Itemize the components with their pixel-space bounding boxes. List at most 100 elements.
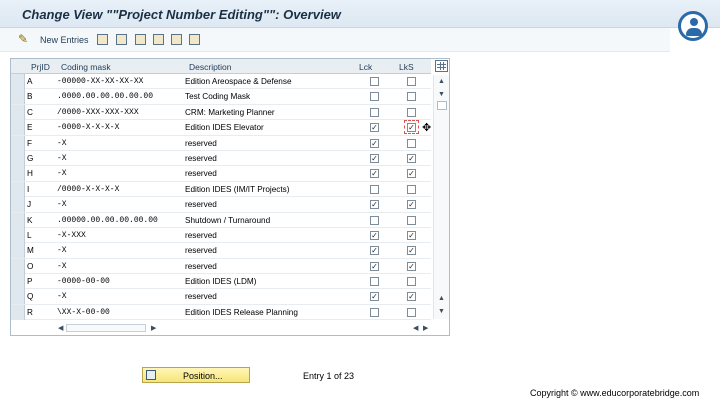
lks-checkbox[interactable] (407, 92, 416, 102)
scroll-right-icon[interactable]: ▶ (151, 324, 156, 332)
lks-checkbox[interactable]: ✓ (407, 200, 416, 210)
lck-checkbox[interactable] (370, 307, 379, 317)
row-selector[interactable] (11, 74, 25, 89)
description-cell[interactable]: Edition IDES (LDM) (185, 277, 353, 286)
coding-mask-cell[interactable]: -X (57, 154, 181, 163)
lks-checkbox[interactable] (407, 138, 416, 148)
table-settings-icon[interactable] (435, 60, 448, 72)
lck-checkbox[interactable] (370, 77, 379, 86)
horizontal-scroll-thumb[interactable] (66, 324, 146, 332)
column-header-lck[interactable]: Lck (359, 62, 372, 72)
lks-checkbox[interactable]: ✓ (407, 169, 416, 179)
description-cell[interactable]: Shutdown / Turnaround (185, 216, 353, 225)
coding-mask-cell[interactable]: /0000-X-X-X-X (57, 185, 181, 194)
coding-mask-cell[interactable]: -X (57, 292, 181, 301)
copy-icon[interactable] (97, 34, 108, 45)
row-selector[interactable] (11, 274, 25, 290)
coding-mask-cell[interactable]: -00000-XX-XX-XX-XX (57, 77, 181, 86)
description-cell[interactable]: reserved (185, 200, 353, 209)
vertical-scrollbar[interactable]: ▲ ▼ ▲ ▼ (433, 75, 449, 319)
lks-checkbox[interactable] (407, 184, 416, 194)
lck-checkbox[interactable] (370, 277, 379, 287)
lck-checkbox[interactable]: ✓ (370, 246, 379, 256)
description-cell[interactable]: reserved (185, 169, 353, 178)
coding-mask-cell[interactable]: .00000.00.00.00.00.00 (57, 216, 181, 225)
row-selector[interactable] (11, 150, 25, 166)
coding-mask-cell[interactable]: -X (57, 200, 181, 209)
description-cell[interactable]: reserved (185, 154, 353, 163)
lck-checkbox[interactable]: ✓ (370, 169, 379, 179)
coding-mask-cell[interactable]: -0000-X-X-X-X (57, 123, 181, 132)
lck-checkbox[interactable] (370, 215, 379, 225)
description-cell[interactable]: CRM: Marketing Planner (185, 108, 353, 117)
lck-checkbox[interactable]: ✓ (370, 261, 379, 271)
lck-checkbox[interactable]: ✓ (370, 153, 379, 163)
row-selector[interactable] (11, 181, 25, 197)
description-cell[interactable]: reserved (185, 262, 353, 271)
description-cell[interactable]: Edition IDES Release Planning (185, 308, 353, 317)
coding-mask-cell[interactable]: /0000-XXX-XXX-XXX (57, 108, 181, 117)
lks-checkbox[interactable]: ✓ (407, 261, 416, 271)
coding-mask-cell[interactable]: -X (57, 169, 181, 178)
scroll-left-end-icon[interactable]: ◀ (413, 324, 418, 332)
coding-mask-cell[interactable]: .0000.00.00.00.00.00 (57, 92, 181, 101)
scroll-left-icon[interactable]: ◀ (58, 324, 63, 332)
lck-checkbox[interactable] (370, 107, 379, 117)
column-header-prjid[interactable]: PrjID (31, 62, 50, 72)
lck-checkbox[interactable]: ✓ (370, 292, 379, 302)
select-block-icon[interactable] (171, 34, 182, 45)
save-icon[interactable] (116, 34, 127, 45)
lck-checkbox[interactable]: ✓ (370, 138, 379, 148)
lks-checkbox[interactable]: ✓ (407, 153, 416, 163)
description-cell[interactable]: reserved (185, 231, 353, 240)
lks-checkbox[interactable]: ✓ (407, 230, 416, 240)
coding-mask-cell[interactable]: \XX-X-00-00 (57, 308, 181, 317)
new-entries-button[interactable]: New Entries (40, 35, 89, 45)
lck-checkbox[interactable] (370, 92, 379, 102)
user-icon[interactable] (678, 11, 708, 41)
scroll-up-bottom-icon[interactable]: ▲ (438, 295, 445, 302)
row-selector[interactable] (11, 243, 25, 259)
row-selector[interactable] (11, 227, 25, 243)
description-cell[interactable]: reserved (185, 139, 353, 148)
lck-checkbox[interactable]: ✓ (370, 200, 379, 210)
coding-mask-cell[interactable]: -X (57, 139, 181, 148)
lks-checkbox[interactable]: ✓ (407, 246, 416, 256)
lck-checkbox[interactable]: ✓ (370, 230, 379, 240)
description-cell[interactable]: reserved (185, 292, 353, 301)
row-selector[interactable] (11, 135, 25, 151)
scroll-down-bottom-icon[interactable]: ▼ (438, 308, 445, 315)
description-cell[interactable]: Test Coding Mask (185, 92, 353, 101)
lks-checkbox[interactable] (407, 107, 416, 117)
coding-mask-cell[interactable]: -X (57, 246, 181, 255)
deselect-all-icon[interactable] (189, 34, 200, 45)
undo-icon[interactable] (135, 34, 146, 45)
scroll-up-icon[interactable]: ▲ (438, 78, 445, 85)
description-cell[interactable]: Edition Areospace & Defense (185, 77, 353, 86)
column-header-description[interactable]: Description (189, 62, 232, 72)
coding-mask-cell[interactable]: -X (57, 262, 181, 271)
description-cell[interactable]: reserved (185, 246, 353, 255)
row-selector[interactable] (11, 304, 25, 320)
row-selector[interactable] (11, 289, 25, 305)
scroll-down-icon[interactable]: ▼ (438, 91, 445, 98)
row-selector[interactable] (11, 212, 25, 228)
lks-checkbox[interactable] (407, 277, 416, 287)
lks-checkbox[interactable]: ✓ (407, 123, 416, 133)
lks-checkbox[interactable] (407, 215, 416, 225)
row-selector[interactable] (11, 166, 25, 182)
row-selector[interactable] (11, 104, 25, 120)
description-cell[interactable]: Edition IDES (IM/IT Projects) (185, 185, 353, 194)
scroll-right-end-icon[interactable]: ▶ (423, 324, 428, 332)
edit-icon[interactable]: ✎ (18, 32, 28, 46)
lks-checkbox[interactable] (407, 77, 416, 86)
row-selector[interactable] (11, 89, 25, 105)
row-selector[interactable] (11, 197, 25, 213)
coding-mask-cell[interactable]: -X-XXX (57, 231, 181, 240)
lck-checkbox[interactable] (370, 184, 379, 194)
select-all-icon[interactable] (153, 34, 164, 45)
description-cell[interactable]: Edition IDES Elevator (185, 123, 353, 132)
lck-checkbox[interactable]: ✓ (370, 123, 379, 133)
row-selector[interactable] (11, 120, 25, 136)
column-header-coding-mask[interactable]: Coding mask (61, 62, 111, 72)
